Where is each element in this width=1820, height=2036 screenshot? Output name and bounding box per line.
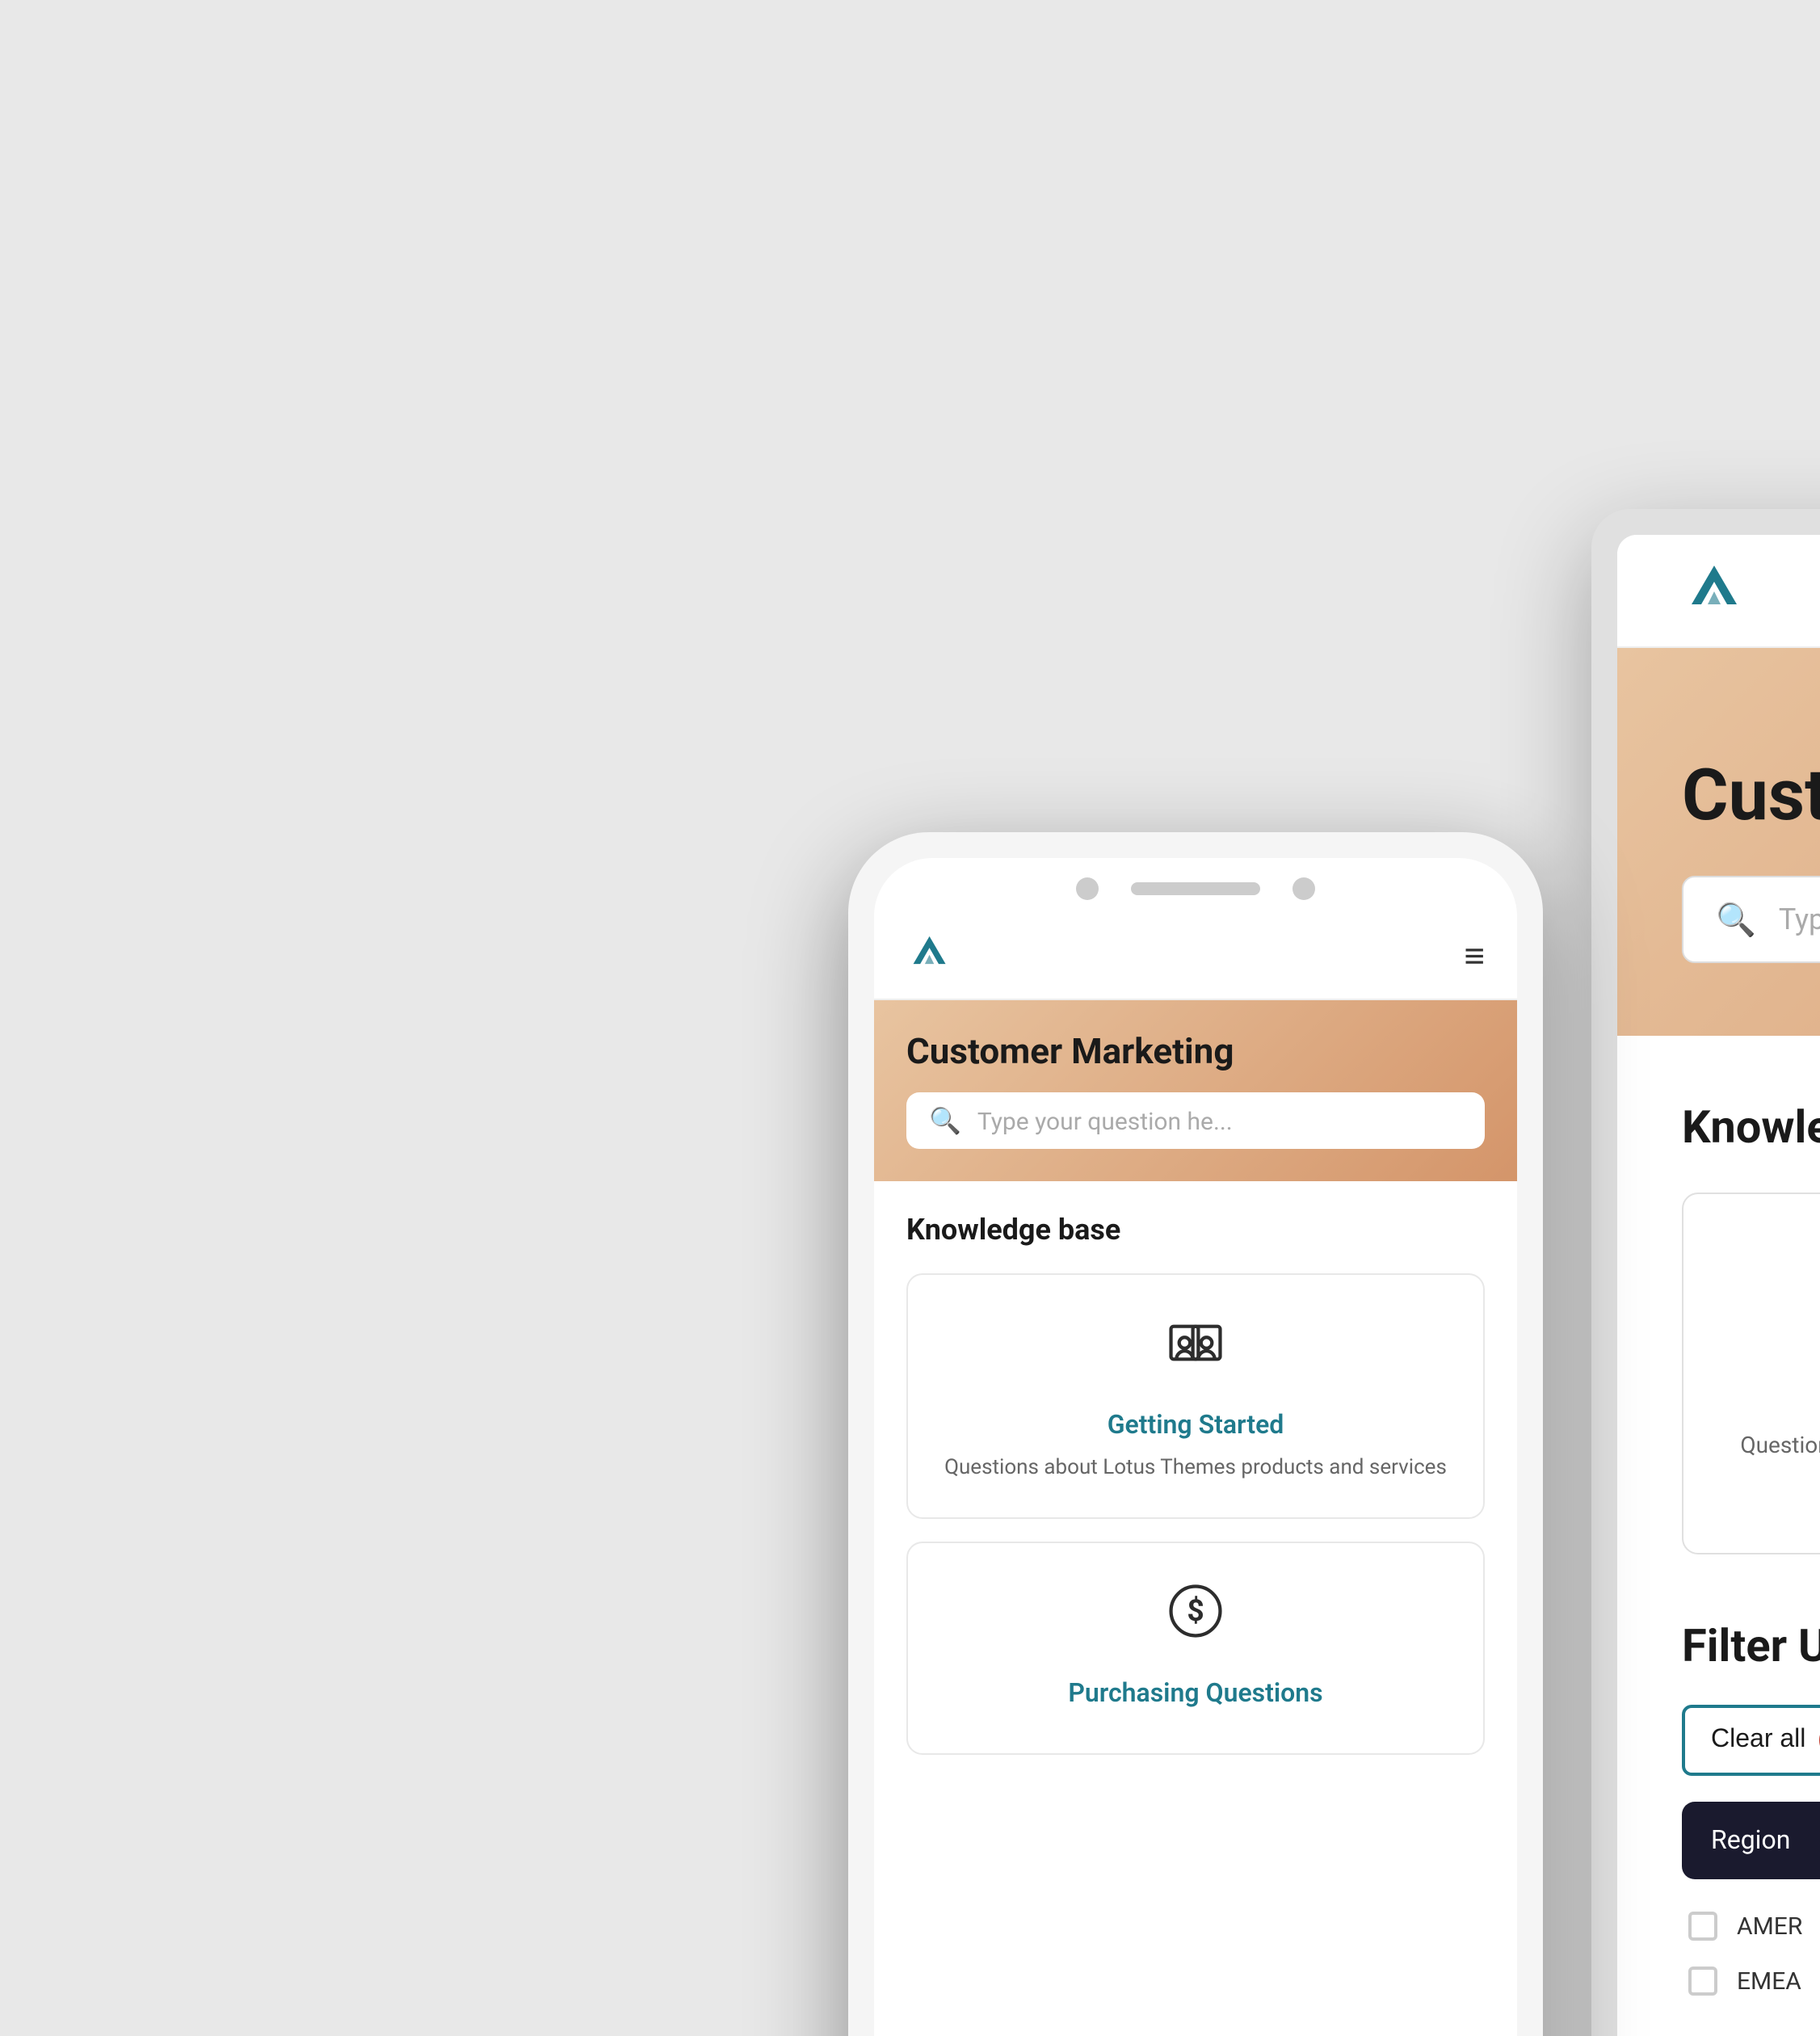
card-getting-started[interactable]: Getting Started Questions about Lotus Th… <box>1682 1193 1820 1554</box>
phone-card-purchasing-title: Purchasing Questions <box>1068 1676 1322 1707</box>
phone-card-purchasing[interactable]: $ Purchasing Questions <box>906 1541 1485 1754</box>
laptop-screen: Submit a request Sign in Customer Market… <box>1617 535 1820 2036</box>
region-dropdown[interactable]: Region ▲ <box>1682 1802 1820 1879</box>
phone-speaker <box>1131 882 1260 895</box>
phone-content: ≡ Customer Marketing 🔍 Type your questio… <box>874 913 1517 2036</box>
filter-section: Filter Use Cases Clear all 3 Region ▲ <box>1682 1619 1820 2009</box>
laptop-device: Submit a request Sign in Customer Market… <box>1494 477 1820 2036</box>
amer-label: AMER <box>1737 1912 1802 1941</box>
phone-device: ≡ Customer Marketing 🔍 Type your questio… <box>848 832 1543 2036</box>
clear-all-button[interactable]: Clear all 3 <box>1682 1705 1820 1776</box>
phone-card-getting-started-title: Getting Started <box>1108 1409 1284 1440</box>
phone-kb-section: Knowledge base Get <box>874 1181 1517 1809</box>
checkbox-emea[interactable]: EMEA <box>1682 1954 1820 2009</box>
checkbox-amer[interactable]: AMER <box>1682 1899 1820 1954</box>
svg-text:$: $ <box>1187 1592 1204 1628</box>
phone-screen: ≡ Customer Marketing 🔍 Type your questio… <box>874 858 1517 2036</box>
laptop-search-bar[interactable]: 🔍 Type your question here... <box>1682 876 1820 963</box>
knowledge-base-title: Knowledge base <box>1682 1100 1820 1154</box>
card-getting-started-desc: Questions about Lotus Themes products an… <box>1716 1428 1820 1501</box>
phone-search-icon: 🔍 <box>929 1105 961 1136</box>
phone-search-placeholder: Type your question he... <box>977 1106 1233 1135</box>
phone-header: ≡ <box>874 913 1517 1000</box>
emea-checkbox[interactable] <box>1688 1967 1717 1996</box>
knowledge-base-cards: Getting Started Questions about Lotus Th… <box>1682 1193 1820 1554</box>
filter-content: Clear all 3 Region ▲ AMER <box>1682 1705 1820 2009</box>
phone-hero-title: Customer Marketing <box>906 1033 1485 1073</box>
search-icon: 🔍 <box>1716 900 1756 939</box>
phone-card-getting-started-desc: Questions about Lotus Themes products an… <box>944 1453 1447 1484</box>
hamburger-icon[interactable]: ≡ <box>1464 935 1485 977</box>
phone-hero: Customer Marketing 🔍 Type your question … <box>874 1000 1517 1181</box>
laptop-hero: Customer Marketing 🔍 Type your question … <box>1617 648 1820 1036</box>
amer-checkbox[interactable] <box>1688 1912 1717 1941</box>
laptop-header: Submit a request Sign in <box>1617 535 1820 648</box>
phone-camera <box>1076 877 1099 900</box>
hero-title: Customer Marketing <box>1682 753 1820 837</box>
laptop-logo <box>1682 555 1750 626</box>
emea-label: EMEA <box>1737 1967 1801 1996</box>
phone-card-getting-started-icon <box>1160 1307 1231 1393</box>
phone-card-getting-started[interactable]: Getting Started Questions about Lotus Th… <box>906 1273 1485 1518</box>
phone-camera-2 <box>1292 877 1315 900</box>
phone-notch <box>874 858 1517 913</box>
clear-all-label: Clear all <box>1711 1726 1805 1755</box>
scene: Submit a request Sign in Customer Market… <box>848 477 1820 2036</box>
filter-left-panel: Clear all 3 Region ▲ AMER <box>1682 1705 1820 2009</box>
laptop-main: Knowledge base <box>1617 1036 1820 2036</box>
phone-search-bar[interactable]: 🔍 Type your question he... <box>906 1092 1485 1149</box>
laptop-body: Submit a request Sign in Customer Market… <box>1591 509 1820 2036</box>
phone-logo <box>906 929 955 982</box>
phone-card-purchasing-icon: $ <box>1160 1575 1231 1660</box>
region-label: Region <box>1711 1825 1790 1856</box>
search-placeholder: Type your question here... <box>1779 902 1820 936</box>
phone-kb-title: Knowledge base <box>906 1214 1485 1247</box>
filter-title: Filter Use Cases <box>1682 1619 1820 1672</box>
